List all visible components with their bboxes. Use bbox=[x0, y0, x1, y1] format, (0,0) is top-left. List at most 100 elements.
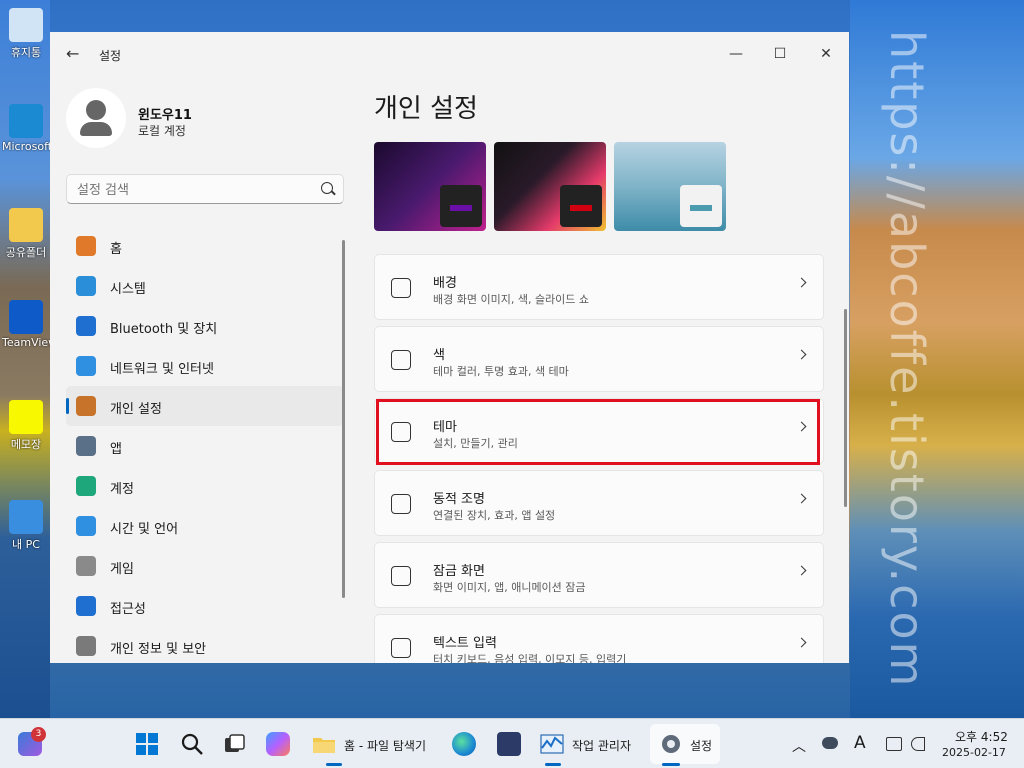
sidebar-item-label: 앱 bbox=[110, 442, 122, 457]
desktop-icon-label: 휴지통 bbox=[10, 46, 42, 59]
chevron-right-icon bbox=[796, 349, 807, 360]
close-button[interactable]: ✕ bbox=[812, 40, 840, 68]
sidebar-nav: 홈시스템 Bluetooth 및 장치네트워크 및 인터넷개인 설정앱계정시간 및… bbox=[66, 226, 344, 663]
maximize-button[interactable]: ☐ bbox=[766, 40, 794, 68]
wifi-icon bbox=[76, 356, 96, 376]
sidebar-item-label: 개인 설정 bbox=[110, 402, 162, 417]
sidebar-scrollbar[interactable] bbox=[342, 240, 345, 598]
desktop-icon[interactable]: Microsoft Edge bbox=[2, 104, 50, 153]
settings-card[interactable]: 잠금 화면화면 이미지, 앱, 애니메이션 잠금 bbox=[374, 542, 824, 608]
theme-thumbnail[interactable] bbox=[614, 142, 726, 231]
search-taskbar-icon[interactable] bbox=[180, 732, 204, 756]
desktop-icon[interactable]: 내 PC bbox=[2, 500, 50, 552]
desktop-icon[interactable]: 메모장 bbox=[2, 400, 50, 452]
settings-card[interactable]: 색 테마 컬러, 투명 효과, 색 테마 bbox=[374, 326, 824, 392]
sidebar-item[interactable]: Bluetooth 및 장치 bbox=[66, 306, 344, 346]
folder-icon bbox=[313, 738, 335, 753]
chevron-up-icon[interactable]: ︿ bbox=[792, 736, 806, 756]
sidebar-item[interactable]: 게임 bbox=[66, 546, 344, 586]
palette-icon bbox=[391, 350, 411, 370]
clock-date[interactable]: 2025-02-17 bbox=[942, 746, 1006, 759]
file-explorer-icon[interactable] bbox=[312, 732, 336, 756]
settings-label[interactable]: 설정 bbox=[690, 737, 712, 754]
theme-thumbnail[interactable] bbox=[374, 142, 486, 231]
clock-time[interactable]: 오후 4:52 bbox=[955, 728, 1008, 745]
theme-preview-window bbox=[680, 185, 722, 227]
avatar[interactable] bbox=[66, 88, 126, 148]
lock-screen-icon bbox=[391, 566, 411, 586]
sidebar-item[interactable]: 앱 bbox=[66, 426, 344, 466]
card-subtitle: 테마 컬러, 투명 효과, 색 테마 bbox=[433, 365, 569, 378]
settings-card[interactable]: 텍스트 입력 터치 키보드, 음성 입력, 이모지 등, 입력기 bbox=[374, 614, 824, 663]
sidebar-item-label: 시스템 bbox=[110, 282, 146, 297]
task-view-icon[interactable] bbox=[222, 732, 246, 756]
card-title: 텍스트 입력 bbox=[433, 636, 497, 651]
sidebar-item[interactable]: 시간 및 언어 bbox=[66, 506, 344, 546]
windows-logo-icon bbox=[136, 733, 158, 755]
title-bar: ← 설정 — ☐ ✕ bbox=[50, 32, 849, 76]
search-box[interactable] bbox=[66, 174, 344, 204]
settings-card[interactable]: 배경 배경 화면 이미지, 색, 슬라이드 쇼 bbox=[374, 254, 824, 320]
sidebar-item[interactable]: 개인 설정 bbox=[66, 386, 344, 426]
settings-window: ← 설정 — ☐ ✕ 윈도우11 로컬 계정 홈시스템 Bluetooth 및 장… bbox=[50, 32, 849, 663]
main-scrollbar[interactable] bbox=[844, 309, 847, 507]
sidebar-item[interactable]: 시스템 bbox=[66, 266, 344, 306]
onedrive-icon[interactable] bbox=[822, 737, 838, 749]
sidebar-item[interactable]: 홈 bbox=[66, 226, 344, 266]
sidebar-item[interactable]: 개인 정보 및 보안 bbox=[66, 626, 344, 663]
globe-icon bbox=[76, 516, 96, 536]
desktop-icon[interactable]: 공유폴더 bbox=[2, 208, 50, 260]
task-view-glyph-icon bbox=[225, 734, 245, 752]
desktop-right-strip bbox=[850, 0, 1024, 718]
theme-preview-window bbox=[560, 185, 602, 227]
magnifier-icon bbox=[181, 733, 203, 755]
desktop-icon-label: 메모장 bbox=[10, 438, 42, 451]
accessibility-icon bbox=[76, 596, 96, 616]
search-input[interactable] bbox=[75, 179, 315, 201]
sidebar-item-label: 개인 정보 및 보안 bbox=[110, 642, 207, 657]
task-manager-icon[interactable] bbox=[540, 732, 564, 756]
store-icon[interactable] bbox=[497, 732, 521, 756]
sidebar-item-label: 홈 bbox=[110, 242, 122, 257]
sidebar-item-label: 접근성 bbox=[110, 602, 146, 617]
desktop-app-icon bbox=[9, 500, 43, 534]
display-icon[interactable] bbox=[886, 737, 902, 751]
card-title: 잠금 화면 bbox=[433, 564, 485, 579]
desktop-icon[interactable]: 휴지통 bbox=[2, 8, 50, 60]
sidebar-item[interactable]: 접근성 bbox=[66, 586, 344, 626]
copilot-icon[interactable] bbox=[266, 732, 290, 756]
desktop-icon-label: Microsoft Edge bbox=[2, 140, 50, 153]
sidebar-item[interactable]: 네트워크 및 인터넷 bbox=[66, 346, 344, 386]
taskmgr-running-indicator bbox=[545, 763, 561, 766]
sidebar-item-label: 계정 bbox=[110, 482, 134, 497]
apps-icon bbox=[76, 436, 96, 456]
keyboard-icon bbox=[391, 638, 411, 658]
home-icon bbox=[76, 236, 96, 256]
file-explorer-label[interactable]: 홈 - 파일 탐색기 bbox=[344, 737, 426, 754]
ime-indicator[interactable]: A bbox=[854, 733, 866, 753]
desktop-icon-label: 내 PC bbox=[12, 538, 40, 551]
back-arrow-icon[interactable]: ← bbox=[66, 46, 82, 62]
desktop-app-icon bbox=[9, 8, 43, 42]
start-icon[interactable] bbox=[135, 732, 159, 756]
search-icon[interactable] bbox=[321, 182, 333, 194]
taskbar: 3 홈 - 파일 탐색기 작업 관리자 설정 ︿ A 오후 4:52 2025-… bbox=[0, 718, 1024, 768]
settings-gear-icon[interactable] bbox=[659, 732, 683, 756]
card-subtitle: 연결된 장치, 효과, 앱 설정 bbox=[433, 509, 556, 522]
task-manager-label[interactable]: 작업 관리자 bbox=[572, 737, 631, 754]
image-icon bbox=[391, 278, 411, 298]
volume-mute-icon[interactable] bbox=[911, 737, 925, 751]
card-title: 동적 조명 bbox=[433, 492, 485, 507]
theme-thumbnail[interactable] bbox=[494, 142, 606, 231]
minimize-button[interactable]: — bbox=[722, 40, 750, 68]
chevron-right-icon bbox=[796, 565, 807, 576]
desktop-app-icon bbox=[9, 300, 43, 334]
desktop-icon[interactable]: TeamViewer bbox=[2, 300, 50, 349]
sidebar-item-label: 네트워크 및 인터넷 bbox=[110, 362, 214, 377]
system-icon bbox=[76, 276, 96, 296]
edge-icon[interactable] bbox=[452, 732, 476, 756]
settings-card[interactable]: 동적 조명연결된 장치, 효과, 앱 설정 bbox=[374, 470, 824, 536]
card-subtitle: 화면 이미지, 앱, 애니메이션 잠금 bbox=[433, 581, 586, 594]
bluetooth-icon bbox=[76, 316, 96, 336]
sidebar-item[interactable]: 계정 bbox=[66, 466, 344, 506]
